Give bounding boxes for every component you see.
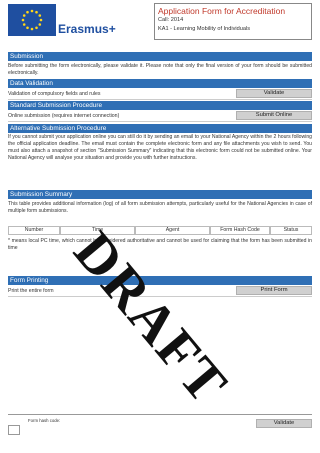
form-info-box: Application Form for Accreditation Call:… [154,3,312,40]
print-row-label: Print the entire form [8,288,54,294]
alternative-submission-section-header: Alternative Submission Procedure [8,124,312,133]
submission-log-table-header: Number Time Agent Form Hash Code Status [8,226,312,235]
key-action: KA1 - Learning Mobility of Individuals [158,26,251,32]
print-form-button[interactable]: Print Form [236,286,312,295]
erasmus-plus-logo-text: Erasmus+ [58,22,116,36]
application-form-page: Erasmus+ Application Form for Accreditat… [0,0,320,453]
validate-button[interactable]: Validate [236,89,312,98]
submission-section-header: Submission [8,52,312,61]
divider [8,99,312,100]
submission-summary-description: This table provides additional informati… [8,201,312,214]
validation-row-label: Validation of compulsory fields and rule… [8,91,101,97]
form-title: Application Form for Accreditation [158,6,286,16]
divider [8,121,312,122]
standard-submission-section-header: Standard Submission Procedure [8,101,312,110]
form-hash-code-label: Form hash code: [28,418,61,423]
call-year: Call: 2014 [158,17,184,23]
alternative-submission-instructions: If you cannot submit your application on… [8,134,312,161]
data-validation-section-header: Data Validation [8,79,312,88]
form-hash-code-box [8,425,20,435]
online-submission-row-label: Online submission (requires internet con… [8,113,120,119]
submission-summary-section-header: Submission Summary [8,190,312,199]
local-time-footnote: * means local PC time, which cannot be c… [8,238,312,251]
submission-instructions: Before submitting the form electronicall… [8,63,312,76]
footer-validate-button[interactable]: Validate [256,419,312,428]
column-header-form-hash-code: Form Hash Code [210,226,270,235]
column-header-number: Number [8,226,60,235]
footer-divider [8,414,312,415]
column-header-status: Status [270,226,312,235]
submit-online-button[interactable]: Submit Online [236,111,312,120]
column-header-agent: Agent [135,226,210,235]
eu-flag-logo [8,4,56,36]
